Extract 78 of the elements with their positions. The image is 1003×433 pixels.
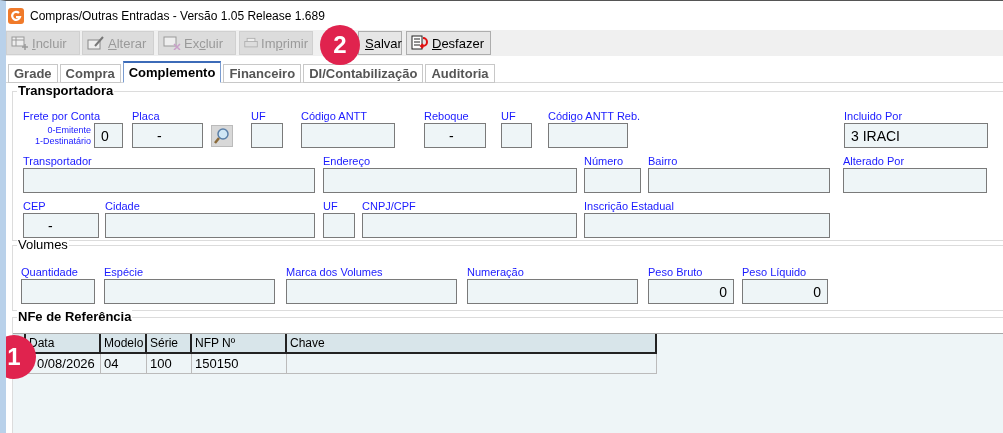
- field-label: Alterado Por: [843, 154, 905, 168]
- grid-cross-icon: [163, 36, 181, 50]
- field-label: Transportador: [23, 154, 92, 168]
- input-field[interactable]: [362, 213, 577, 238]
- input-field[interactable]: 3 IRACI: [844, 123, 988, 148]
- field-label: Frete por Conta: [23, 109, 101, 123]
- input-field[interactable]: [843, 168, 987, 193]
- tab[interactable]: Compra: [59, 64, 121, 83]
- field-label: Marca dos Volumes: [286, 265, 383, 279]
- group-title: NFe de Referência: [17, 310, 133, 324]
- field-label: Código ANTT Reb.: [548, 109, 641, 123]
- column-header[interactable]: Modelo: [101, 334, 147, 354]
- field-label: Quantidade: [21, 265, 78, 279]
- grid-plus-icon: [11, 36, 29, 50]
- field-label: CNPJ/CPF: [362, 199, 416, 213]
- window-title: Compras/Outras Entradas - Versão 1.05 Release 1.689: [30, 8, 325, 23]
- column-header[interactable]: NFP Nº: [192, 334, 287, 354]
- field-label: UF: [323, 199, 338, 213]
- input-field[interactable]: 0: [94, 123, 124, 148]
- document-undo-icon: [411, 35, 429, 51]
- input-field[interactable]: [323, 213, 355, 238]
- input-field[interactable]: [548, 123, 628, 148]
- input-field[interactable]: 0: [742, 279, 828, 304]
- input-field[interactable]: [21, 279, 95, 304]
- app-logo-icon: [8, 7, 24, 24]
- group-title: Transportadora: [17, 84, 115, 98]
- field-label: Espécie: [104, 265, 144, 279]
- field-label: Inscrição Estadual: [584, 199, 674, 213]
- field-label: Incluido Por: [844, 109, 903, 123]
- input-field[interactable]: [23, 168, 315, 193]
- toolbar-button[interactable]: Salvar: [358, 31, 402, 55]
- input-field[interactable]: 0: [648, 279, 734, 304]
- field-label: Cidade: [105, 199, 140, 213]
- input-field[interactable]: [323, 168, 577, 193]
- input-field[interactable]: [251, 123, 283, 148]
- table-cell: 100: [147, 354, 192, 374]
- printer-icon: [244, 36, 259, 50]
- search-button[interactable]: [211, 125, 233, 147]
- input-field[interactable]: [286, 279, 457, 304]
- grid-pencil-icon: [87, 36, 105, 50]
- column-header[interactable]: Chave: [287, 334, 657, 354]
- callout-badge: 2: [320, 25, 360, 65]
- input-field[interactable]: [501, 123, 532, 148]
- input-field[interactable]: -: [132, 123, 203, 148]
- tab[interactable]: Grade: [8, 64, 58, 83]
- group-title: Volumes: [17, 238, 69, 252]
- input-field[interactable]: [301, 123, 395, 148]
- input-field[interactable]: [584, 168, 641, 193]
- tab[interactable]: Auditoria: [425, 64, 495, 83]
- table-cell: 04: [101, 354, 147, 374]
- field-label: Bairro: [648, 154, 678, 168]
- table-cell: 150150: [192, 354, 287, 374]
- input-field[interactable]: -: [424, 123, 486, 148]
- search-icon: [213, 127, 231, 145]
- field-label: Peso Líquido: [742, 265, 807, 279]
- field-label: UF: [251, 109, 266, 123]
- field-label: Peso Bruto: [648, 265, 703, 279]
- input-field[interactable]: -: [23, 213, 99, 238]
- tab[interactable]: Complemento: [122, 61, 222, 83]
- option-label: 0-Emitente: [46, 125, 92, 136]
- input-field[interactable]: [584, 213, 830, 238]
- field-label: CEP: [23, 199, 46, 213]
- input-field[interactable]: [104, 279, 275, 304]
- field-label: Placa: [132, 109, 160, 123]
- field-label: Endereço: [323, 154, 371, 168]
- field-label: Número: [584, 154, 624, 168]
- toolbar-button[interactable]: Desfazer: [406, 31, 491, 55]
- input-field[interactable]: [105, 213, 315, 238]
- field-label: Numeração: [467, 265, 524, 279]
- field-label: Reboque: [424, 109, 469, 123]
- tab[interactable]: Financeiro: [223, 64, 302, 83]
- input-field[interactable]: [648, 168, 830, 193]
- field-label: UF: [501, 109, 516, 123]
- option-label: 1-Destinatário: [35, 136, 92, 147]
- field-label: Código ANTT: [301, 109, 368, 123]
- tab[interactable]: DI/Contabilização: [303, 64, 424, 83]
- input-field[interactable]: [467, 279, 638, 304]
- column-header[interactable]: Série: [147, 334, 192, 354]
